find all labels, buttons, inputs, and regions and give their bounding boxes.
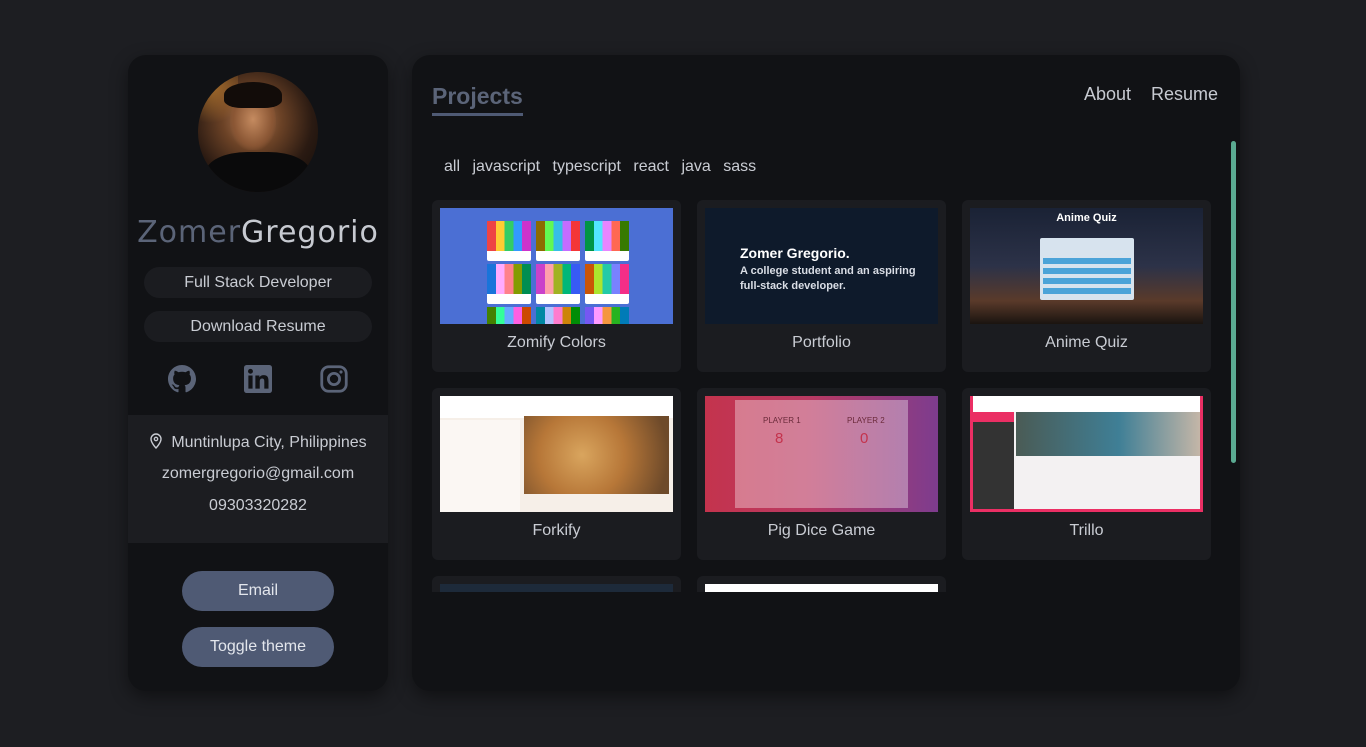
project-card-portfolio[interactable]: Zomer Gregorio. A college student and an… [697, 200, 946, 372]
avatar [198, 72, 318, 192]
filter-bar: all javascript typescript react java sas… [444, 158, 764, 176]
profile-name: ZomerGregorio [128, 215, 388, 250]
project-thumbnail: Anime Quiz [970, 208, 1203, 324]
project-title: Pig Dice Game [767, 522, 876, 539]
thumb-heading: Zomer Gregorio. [740, 245, 850, 261]
project-card-pig-dice-game[interactable]: PLAYER 1 PLAYER 2 8 0 Pig Dice Game [697, 388, 946, 560]
thumb-text: A college student and an aspiring full-s… [740, 265, 916, 292]
project-thumbnail [970, 396, 1203, 512]
project-card-partial[interactable] [432, 576, 681, 592]
email-text: zomergregorio@gmail.com [161, 465, 355, 482]
social-links [128, 365, 388, 395]
toggle-theme-button[interactable]: Toggle theme [182, 627, 334, 667]
project-thumbnail: Zomer Gregorio. A college student and an… [705, 208, 938, 324]
scrollbar[interactable] [1231, 141, 1236, 463]
last-name: Gregorio [241, 215, 379, 250]
thumb-player1: PLAYER 1 [763, 416, 801, 425]
filter-sass[interactable]: sass [723, 158, 756, 175]
project-grid: Zomify Colors Zomer Gregorio. A college … [412, 200, 1227, 592]
project-card-anime-quiz[interactable]: Anime Quiz Anime Quiz [962, 200, 1211, 372]
thumb-score1: 8 [775, 430, 784, 447]
thumb-score2: 0 [860, 430, 869, 447]
project-card-partial[interactable] [697, 576, 946, 592]
filter-all[interactable]: all [444, 158, 460, 175]
project-card-trillo[interactable]: Trillo [962, 388, 1211, 560]
email-button[interactable]: Email [182, 571, 334, 611]
project-thumbnail [440, 584, 673, 592]
project-title: Trillo [1069, 522, 1104, 539]
location-text: Muntinlupa City, Philippines [171, 434, 367, 451]
github-icon[interactable] [168, 365, 196, 393]
contact-info: Muntinlupa City, Philippines zomergregor… [128, 415, 388, 543]
instagram-icon[interactable] [320, 365, 348, 393]
project-card-forkify[interactable]: Forkify [432, 388, 681, 560]
filter-javascript[interactable]: javascript [472, 158, 540, 175]
project-card-zomify-colors[interactable]: Zomify Colors [432, 200, 681, 372]
tab-projects[interactable]: Projects [432, 83, 523, 116]
phone-text: 09303320282 [209, 497, 307, 514]
linkedin-icon[interactable] [244, 365, 272, 393]
project-title: Zomify Colors [507, 334, 606, 351]
nav-about[interactable]: About [1084, 84, 1131, 105]
project-title: Anime Quiz [1045, 334, 1128, 351]
nav-resume[interactable]: Resume [1151, 84, 1218, 105]
project-thumbnail [440, 208, 673, 324]
download-resume-button[interactable]: Download Resume [144, 311, 372, 342]
projects-panel: Projects About Resume all javascript typ… [412, 55, 1240, 691]
project-title: Portfolio [792, 334, 851, 351]
project-thumbnail: PLAYER 1 PLAYER 2 8 0 [705, 396, 938, 512]
first-name: Zomer [137, 215, 242, 250]
map-pin-icon [150, 433, 163, 450]
role-badge: Full Stack Developer [144, 267, 372, 298]
filter-react[interactable]: react [633, 158, 669, 175]
location: Muntinlupa City, Philippines [128, 433, 388, 452]
project-thumbnail [440, 396, 673, 512]
thumb-player2: PLAYER 2 [847, 416, 885, 425]
project-title: Forkify [532, 522, 581, 539]
profile-sidebar: ZomerGregorio Full Stack Developer Downl… [128, 55, 388, 691]
filter-java[interactable]: java [681, 158, 710, 175]
project-thumbnail [705, 584, 938, 592]
thumb-heading: Anime Quiz [1056, 212, 1117, 224]
filter-typescript[interactable]: typescript [553, 158, 621, 175]
